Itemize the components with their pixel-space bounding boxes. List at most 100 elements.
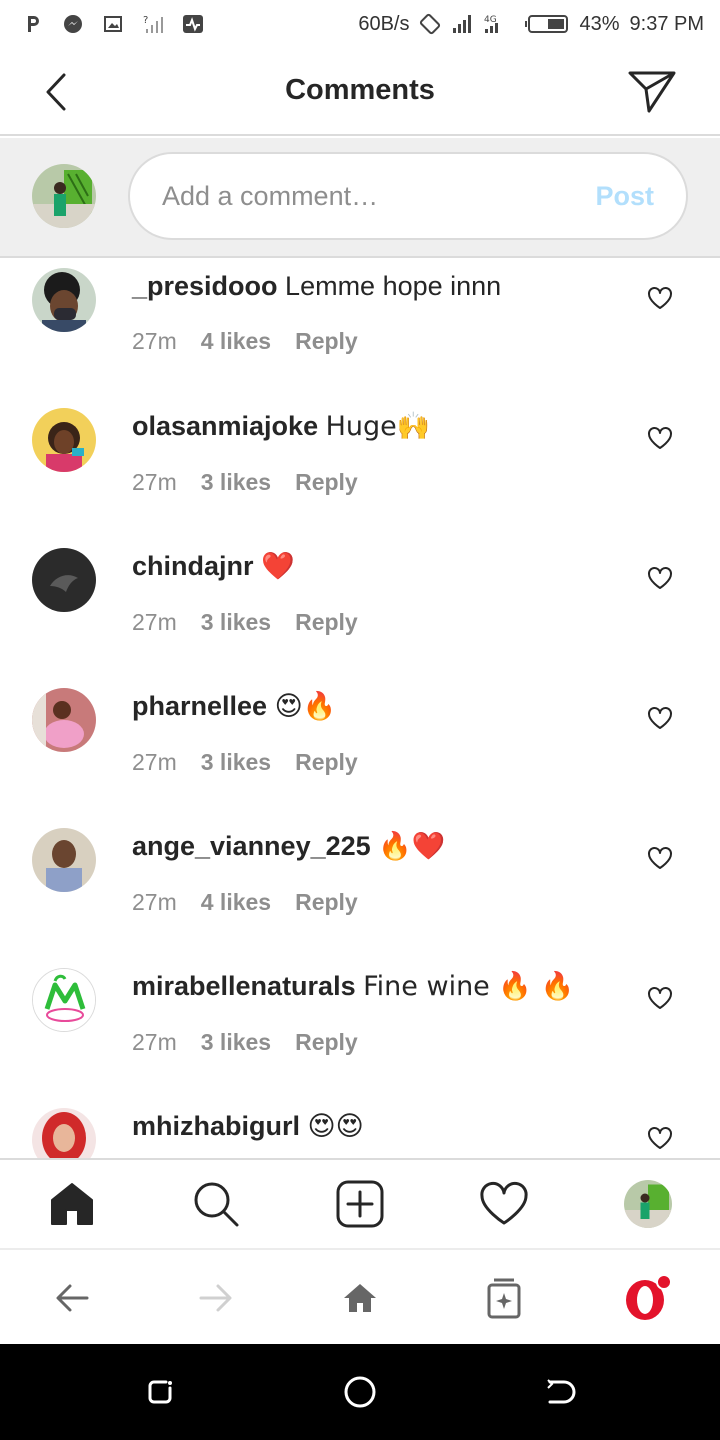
reply-button[interactable]: Reply: [295, 328, 358, 355]
home-icon: [51, 1183, 93, 1225]
comment-likes[interactable]: 3 likes: [201, 609, 271, 636]
like-comment-button[interactable]: [644, 1122, 676, 1154]
auto-rotate-icon: [419, 13, 441, 35]
tab-activity[interactable]: [476, 1176, 532, 1232]
heart-outline-icon: [648, 567, 672, 589]
clock: 9:37 PM: [629, 12, 704, 35]
opera-icon: [626, 1274, 672, 1320]
comment-time: 27m: [132, 469, 177, 495]
comment-list: _presidooo Lemme hope innn 27m 4 likes R…: [0, 258, 720, 1158]
comment-time: 27m: [132, 1029, 177, 1055]
comment-item: chindajnr ❤️ 27m 3 likes Reply: [0, 538, 720, 678]
avatar[interactable]: [32, 968, 96, 1032]
comment-item: mirabellenaturals Fine wine 🔥 🔥 27m 3 li…: [0, 958, 720, 1098]
opera-menu-button[interactable]: [624, 1274, 672, 1322]
avatar[interactable]: [32, 688, 96, 752]
comments-header: Comments: [0, 48, 720, 136]
tab-home[interactable]: [44, 1176, 100, 1232]
comment-text: Fine wine 🔥 🔥: [363, 971, 575, 1002]
comment-item: pharnellee 😍🔥 27m 3 likes Reply: [0, 678, 720, 818]
battery-percent: 43%: [579, 12, 620, 35]
reply-button[interactable]: Reply: [295, 609, 358, 636]
signal-strength-icon: [451, 13, 473, 35]
comment-time: 27m: [132, 749, 177, 775]
like-comment-button[interactable]: [644, 422, 676, 454]
comment-likes[interactable]: 3 likes: [201, 1029, 271, 1056]
comment-text: 😍😍: [307, 1111, 364, 1142]
svg-text:?: ?: [143, 15, 148, 26]
browser-toolbar: [0, 1248, 720, 1344]
share-button[interactable]: [624, 66, 680, 118]
like-comment-button[interactable]: [644, 702, 676, 734]
search-icon: [194, 1182, 239, 1227]
back-nav-button[interactable]: [540, 1372, 580, 1412]
battery-icon: [523, 13, 569, 35]
like-comment-button[interactable]: [644, 562, 676, 594]
like-comment-button[interactable]: [644, 842, 676, 874]
browser-back-button[interactable]: [48, 1274, 96, 1322]
browser-home-button[interactable]: [336, 1274, 384, 1322]
tab-profile[interactable]: [620, 1176, 676, 1232]
system-navigation-bar: [0, 1344, 720, 1440]
home-nav-button[interactable]: [340, 1372, 380, 1412]
comment-username[interactable]: pharnellee: [132, 691, 267, 721]
back-button[interactable]: [32, 70, 80, 114]
paper-plane-icon: [628, 71, 676, 113]
comment-item: _presidooo Lemme hope innn 27m 4 likes R…: [0, 258, 720, 398]
heart-outline-icon: [648, 1127, 672, 1149]
tabs-icon: [487, 1278, 521, 1319]
comment-likes[interactable]: 3 likes: [201, 749, 271, 776]
reply-button[interactable]: Reply: [295, 749, 358, 776]
comment-input-bar: Post: [0, 138, 720, 258]
post-button[interactable]: Post: [595, 181, 654, 212]
avatar[interactable]: [32, 408, 96, 472]
avatar[interactable]: [32, 268, 96, 332]
heart-outline-icon: [648, 287, 672, 309]
circle-home-icon: [344, 1376, 376, 1408]
comment-input[interactable]: [162, 180, 596, 212]
comment-text: Huge🙌: [325, 411, 431, 442]
comment-username[interactable]: _presidooo: [132, 271, 278, 301]
comment-username[interactable]: mhizhabigurl: [132, 1111, 300, 1141]
comment-item: ange_vianney_225 🔥❤️ 27m 4 likes Reply: [0, 818, 720, 958]
browser-tabs-button[interactable]: [480, 1274, 528, 1322]
heart-outline-icon: [648, 707, 672, 729]
comment-item: mhizhabigurl 😍😍: [0, 1098, 720, 1158]
current-user-avatar: [32, 164, 96, 228]
avatar[interactable]: [32, 1108, 96, 1158]
activity-notification-icon: [182, 13, 204, 35]
network-speed: 60B/s: [358, 12, 410, 35]
reply-button[interactable]: Reply: [295, 469, 358, 496]
comment-username[interactable]: mirabellenaturals: [132, 971, 356, 1001]
comment-username[interactable]: chindajnr: [132, 551, 254, 581]
browser-forward-button[interactable]: [192, 1274, 240, 1322]
screenshot-notification-icon: [102, 13, 124, 35]
tab-new-post[interactable]: [332, 1176, 388, 1232]
comment-likes[interactable]: 4 likes: [201, 328, 271, 355]
comment-time: 27m: [132, 609, 177, 635]
heart-outline-icon: [648, 847, 672, 869]
comment-text: ❤️: [261, 551, 295, 582]
tab-search[interactable]: [188, 1176, 244, 1232]
profile-avatar: [624, 1180, 672, 1228]
activity-heart-icon: [480, 1181, 528, 1225]
status-bar: ? 60B/s 4G 43% 9:37 PM: [0, 0, 720, 48]
like-comment-button[interactable]: [644, 982, 676, 1014]
reply-button[interactable]: Reply: [295, 1029, 358, 1056]
home-icon: [344, 1284, 376, 1312]
heart-outline-icon: [648, 427, 672, 449]
recent-apps-button[interactable]: [140, 1372, 180, 1412]
avatar[interactable]: [32, 548, 96, 612]
comment-item: olasanmiajoke Huge🙌 27m 3 likes Reply: [0, 398, 720, 538]
comment-text: Lemme hope innn: [285, 271, 502, 301]
comment-input-wrapper: Post: [128, 152, 688, 240]
chevron-left-icon: [46, 73, 66, 111]
comment-likes[interactable]: 3 likes: [201, 469, 271, 496]
reply-button[interactable]: Reply: [295, 889, 358, 916]
comment-username[interactable]: ange_vianney_225: [132, 831, 371, 861]
data-4g-icon: 4G: [483, 13, 513, 35]
comment-likes[interactable]: 4 likes: [201, 889, 271, 916]
like-comment-button[interactable]: [644, 282, 676, 314]
comment-username[interactable]: olasanmiajoke: [132, 411, 318, 441]
avatar[interactable]: [32, 828, 96, 892]
